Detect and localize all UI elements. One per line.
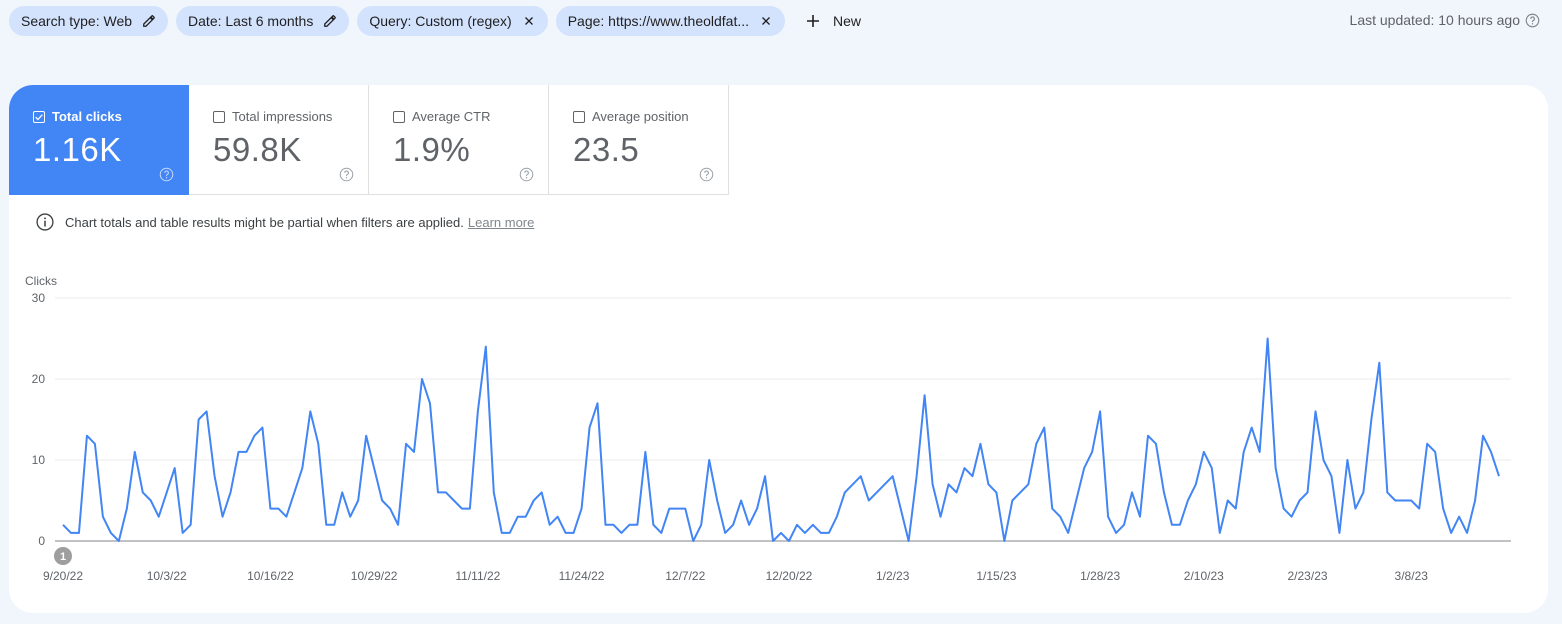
- metric-label: Average CTR: [412, 109, 491, 124]
- y-axis-title: Clicks: [25, 274, 57, 288]
- x-tick-label: 9/20/22: [43, 569, 83, 583]
- metric-checkbox[interactable]: [213, 111, 225, 123]
- metric-label-row: Total impressions: [213, 109, 332, 124]
- help-icon[interactable]: [159, 167, 174, 182]
- close-icon[interactable]: [522, 14, 536, 28]
- learn-more-link[interactable]: Learn more: [468, 215, 534, 230]
- metric-value: 59.8K: [213, 131, 302, 169]
- x-tick-label: 3/8/23: [1395, 569, 1429, 583]
- filter-chip-query[interactable]: Query: Custom (regex): [357, 6, 547, 36]
- clicks-series-line: [63, 339, 1499, 542]
- y-tick-label: 30: [32, 291, 46, 305]
- new-filter-button[interactable]: New: [793, 6, 869, 36]
- info-banner: Chart totals and table results might be …: [35, 212, 534, 232]
- metric-value: 1.9%: [393, 131, 470, 169]
- help-icon[interactable]: [699, 167, 714, 182]
- metric-checkbox[interactable]: [573, 111, 585, 123]
- y-tick-label: 20: [32, 372, 46, 386]
- last-updated: Last updated: 10 hours ago: [1350, 12, 1540, 28]
- x-tick-label: 2/23/23: [1288, 569, 1328, 583]
- x-tick-label: 11/11/22: [455, 569, 500, 583]
- metric-value: 23.5: [573, 131, 639, 169]
- filter-chip-label: Query: Custom (regex): [369, 13, 511, 29]
- filter-chip-search-type[interactable]: Search type: Web: [9, 6, 168, 36]
- x-tick-label: 1/28/23: [1080, 569, 1120, 583]
- pencil-icon[interactable]: [323, 14, 337, 28]
- filter-bar: Search type: Web Date: Last 6 months Que…: [9, 6, 869, 36]
- x-tick-label: 1/15/23: [976, 569, 1016, 583]
- chart-svg: Clicks 0 10 20 30 9/20/22 10/3/22 10/16/22 10/29…: [9, 265, 1548, 605]
- filter-chip-label: Page: https://www.theoldfat...: [568, 13, 749, 29]
- metric-average-position[interactable]: Average position 23.5: [549, 85, 729, 195]
- new-filter-label: New: [833, 13, 861, 29]
- metric-total-impressions[interactable]: Total impressions 59.8K: [189, 85, 369, 195]
- metric-checkbox-checked[interactable]: [33, 111, 45, 123]
- info-icon: [35, 212, 55, 232]
- plus-icon: [805, 13, 821, 29]
- y-tick-label: 10: [32, 453, 46, 467]
- metric-label: Average position: [592, 109, 689, 124]
- metric-label-row: Total clicks: [33, 109, 122, 124]
- metric-average-ctr[interactable]: Average CTR 1.9%: [369, 85, 549, 195]
- clicks-chart: Clicks 0 10 20 30 9/20/22 10/3/22 10/16/22 10/29…: [9, 265, 1548, 605]
- performance-card: Total clicks 1.16K Total impressions 59.…: [9, 85, 1548, 613]
- help-icon[interactable]: [519, 167, 534, 182]
- x-tick-label: 1/2/23: [876, 569, 910, 583]
- x-tick-label: 11/24/22: [559, 569, 605, 583]
- pencil-icon[interactable]: [142, 14, 156, 28]
- metric-total-clicks[interactable]: Total clicks 1.16K: [9, 85, 189, 195]
- filter-chip-label: Search type: Web: [21, 13, 132, 29]
- metric-checkbox[interactable]: [393, 111, 405, 123]
- metric-label-row: Average CTR: [393, 109, 491, 124]
- x-tick-label: 10/3/22: [147, 569, 187, 583]
- close-icon[interactable]: [759, 14, 773, 28]
- filter-chip-page[interactable]: Page: https://www.theoldfat...: [556, 6, 785, 36]
- y-tick-label: 0: [38, 534, 45, 548]
- metric-label: Total impressions: [232, 109, 332, 124]
- x-tick-label: 12/20/22: [766, 569, 813, 583]
- filter-chip-label: Date: Last 6 months: [188, 13, 313, 29]
- filter-chip-date[interactable]: Date: Last 6 months: [176, 6, 349, 36]
- x-tick-label: 2/10/23: [1184, 569, 1224, 583]
- x-tick-label: 12/7/22: [665, 569, 705, 583]
- info-text: Chart totals and table results might be …: [65, 215, 464, 230]
- annotation-label: 1: [60, 551, 66, 563]
- last-updated-text: Last updated: 10 hours ago: [1350, 12, 1520, 28]
- help-icon[interactable]: [339, 167, 354, 182]
- x-tick-label: 10/16/22: [247, 569, 294, 583]
- metric-label-row: Average position: [573, 109, 689, 124]
- x-tick-label: 10/29/22: [351, 569, 398, 583]
- metric-value: 1.16K: [33, 131, 122, 169]
- metric-label: Total clicks: [52, 109, 122, 124]
- help-icon[interactable]: [1525, 13, 1540, 28]
- metric-tabs: Total clicks 1.16K Total impressions 59.…: [9, 85, 729, 195]
